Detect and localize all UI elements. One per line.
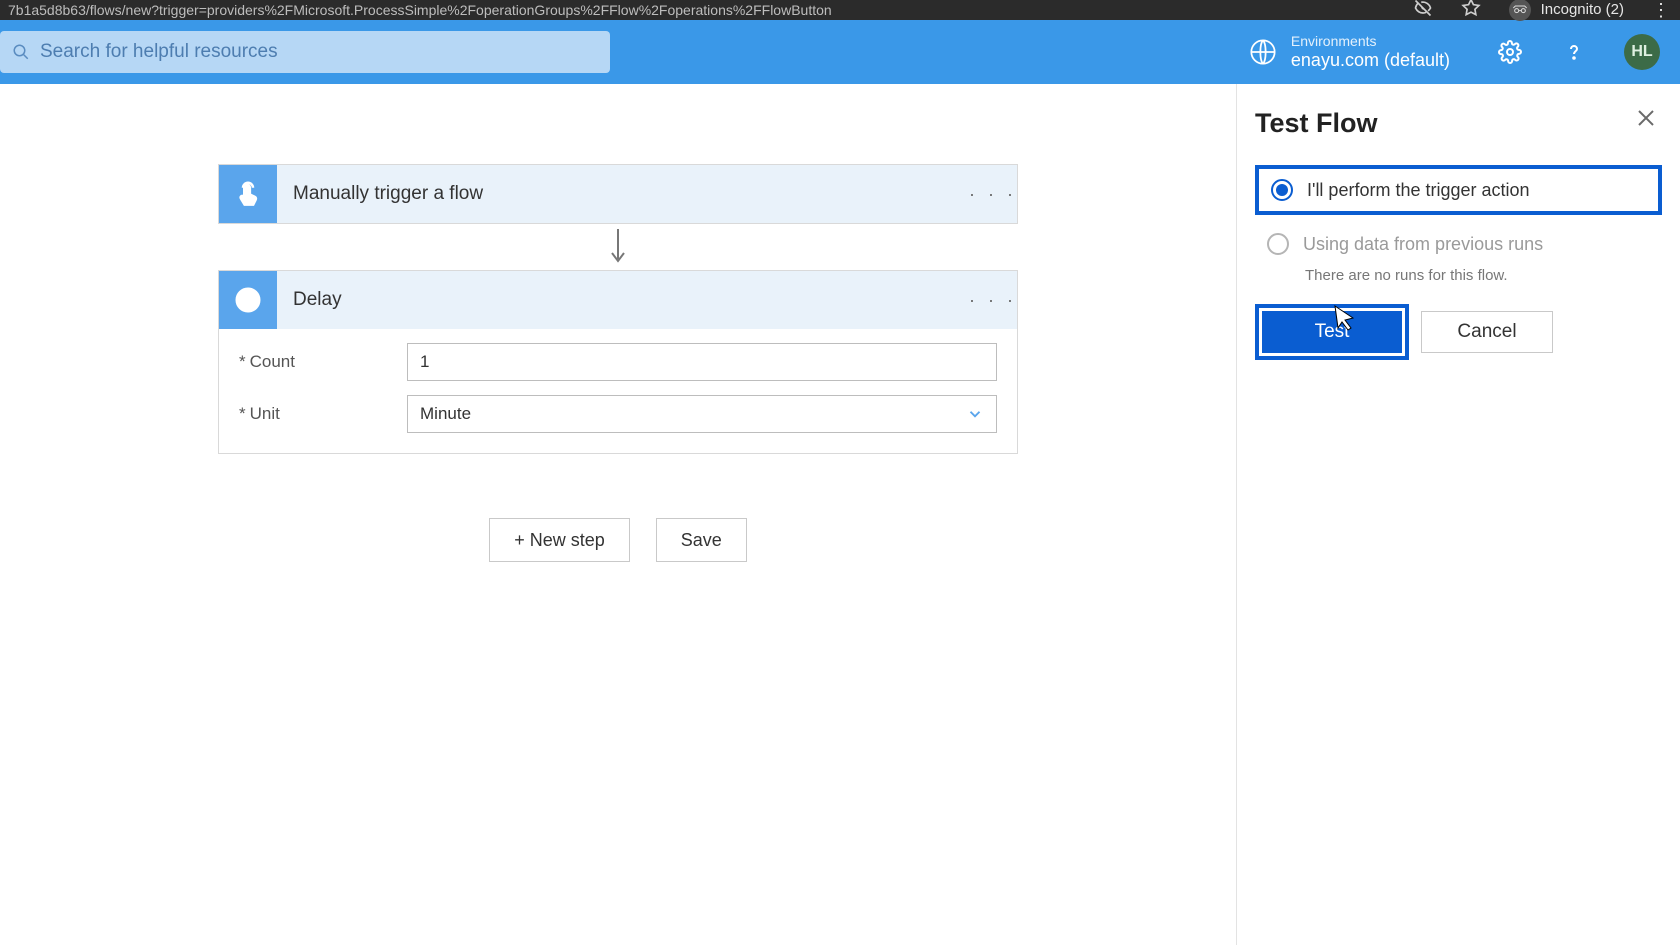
globe-icon [1249, 38, 1277, 66]
radio-previous-runs: Using data from previous runs [1255, 223, 1662, 265]
delay-title: Delay [277, 289, 969, 311]
clock-icon [219, 271, 277, 329]
radio-manual-trigger[interactable]: I'll perform the trigger action [1255, 165, 1662, 215]
env-value: enayu.com (default) [1291, 50, 1450, 72]
trigger-card[interactable]: Manually trigger a flow · · · [218, 164, 1018, 224]
unit-label: *Unit [239, 404, 407, 424]
user-avatar[interactable]: HL [1624, 34, 1660, 70]
environment-picker[interactable]: Environments enayu.com (default) [1249, 33, 1450, 71]
incognito-badge[interactable]: Incognito (2) [1509, 0, 1624, 21]
help-icon[interactable] [1560, 38, 1588, 66]
panel-title: Test Flow [1255, 108, 1662, 139]
radio-manual-label: I'll perform the trigger action [1307, 180, 1530, 201]
env-label: Environments [1291, 33, 1450, 50]
new-step-button[interactable]: + New step [489, 518, 630, 562]
radio-on-icon [1271, 179, 1293, 201]
eye-off-icon[interactable] [1413, 0, 1433, 22]
url-fragment: 7b1a5d8b63/flows/new?trigger=providers%2… [8, 0, 832, 20]
flow-canvas: Manually trigger a flow · · · Delay · · … [0, 84, 1236, 945]
browser-menu-icon[interactable]: ⋮ [1652, 0, 1672, 20]
search-box[interactable] [0, 31, 610, 73]
chevron-down-icon [966, 405, 984, 423]
delay-card[interactable]: Delay · · · *Count *Unit Minute [218, 270, 1018, 454]
browser-address-bar: 7b1a5d8b63/flows/new?trigger=providers%2… [0, 0, 1680, 20]
save-button[interactable]: Save [656, 518, 747, 562]
trigger-title: Manually trigger a flow [277, 183, 969, 205]
count-label: *Count [239, 352, 407, 372]
incognito-label: Incognito (2) [1541, 0, 1624, 20]
count-input[interactable] [407, 343, 997, 381]
settings-icon[interactable] [1496, 38, 1524, 66]
connector-arrow-icon [218, 224, 1018, 270]
search-input[interactable] [40, 41, 598, 63]
test-button[interactable]: Test [1262, 311, 1402, 353]
close-icon[interactable] [1634, 106, 1660, 132]
unit-select[interactable]: Minute [407, 395, 997, 433]
no-runs-note: There are no runs for this flow. [1305, 267, 1662, 284]
test-flow-panel: Test Flow I'll perform the trigger actio… [1236, 84, 1680, 945]
trigger-more-icon[interactable]: · · · [969, 184, 1017, 205]
touch-icon [219, 165, 277, 223]
cancel-button[interactable]: Cancel [1421, 311, 1553, 353]
incognito-icon [1509, 0, 1531, 21]
app-header: Environments enayu.com (default) HL [0, 20, 1680, 84]
unit-value: Minute [420, 404, 471, 424]
search-icon [12, 43, 30, 61]
radio-off-icon [1267, 233, 1289, 255]
radio-previous-label: Using data from previous runs [1303, 234, 1543, 255]
star-icon[interactable] [1461, 0, 1481, 22]
delay-more-icon[interactable]: · · · [969, 290, 1017, 311]
